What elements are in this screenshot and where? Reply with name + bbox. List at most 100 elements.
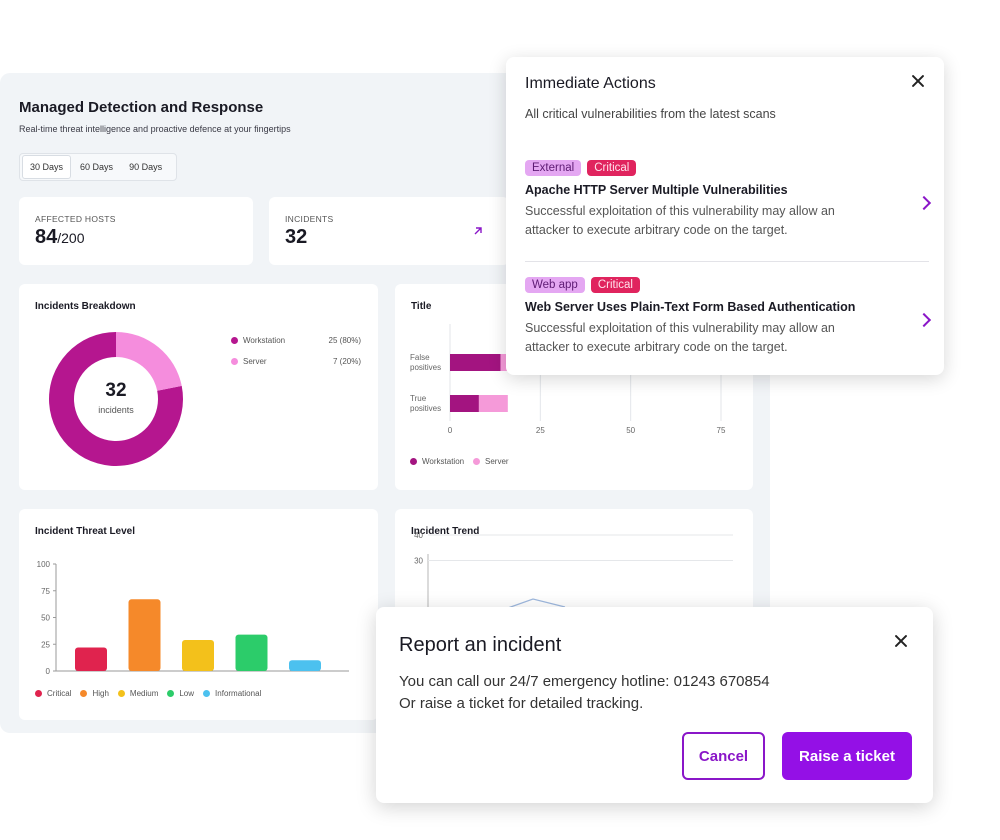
legend-low: Low [167, 689, 194, 698]
legend-critical: Critical [35, 689, 71, 698]
category-label-false-positives-1: False [410, 353, 430, 362]
vulnerability-title: Apache HTTP Server Multiple Vulnerabilit… [525, 183, 788, 197]
vulnerability-description: Successful exploitation of this vulnerab… [525, 321, 835, 354]
server-dot [231, 358, 238, 365]
affected-hosts-value: 84/200 [35, 226, 85, 249]
y-tick-label: 0 [46, 667, 51, 676]
y-tick-label: 25 [41, 640, 50, 649]
donut-center-value: 32 [105, 380, 126, 401]
bar-low [235, 634, 268, 671]
tag-external: External [525, 160, 582, 176]
legend-dot [203, 690, 211, 697]
incidents-value: 32 [285, 226, 308, 248]
immediate-actions-modal: Immediate Actions All critical vulnerabi… [506, 57, 944, 375]
donut-center-label: incidents [98, 405, 134, 415]
hotline-text: You can call our 24/7 emergency hotline:… [399, 673, 770, 690]
threat-level-card: Incident Threat Level 0 25 50 75 100 Critica… [19, 509, 378, 720]
y-tick-label: 40 [414, 531, 423, 540]
bar-workstation [450, 395, 479, 412]
vulnerability-item[interactable]: External Critical Apache HTTP Server Mul… [525, 160, 932, 240]
legend-server-label: Server [243, 357, 267, 366]
bar-workstation [450, 354, 501, 371]
y-tick-label: 100 [37, 560, 51, 569]
immediate-actions-subtitle: All critical vulnerabilities from the la… [525, 107, 776, 121]
divider [525, 261, 929, 262]
incidents-breakdown-card: Incidents Breakdown 32 incidents Worksta… [19, 284, 378, 490]
positives-legend-workstation-label: Workstation [422, 457, 465, 466]
x-tick-label: 0 [448, 426, 453, 435]
chevron-right-icon[interactable] [916, 195, 932, 211]
positives-legend-server: Server [473, 457, 509, 466]
legend-server-value: 7 (20%) [332, 357, 361, 366]
tag-critical: Critical [587, 160, 637, 176]
bar-medium [182, 639, 214, 671]
dashboard-title: Managed Detection and Response [19, 99, 264, 116]
tag-group: Web app Critical [525, 277, 929, 293]
bar-high [128, 599, 161, 671]
x-tick-label: 50 [626, 426, 635, 435]
ticket-text: Or raise a ticket for detailed tracking. [399, 695, 644, 712]
y-tick-label: 50 [41, 614, 50, 623]
tag-web-app: Web app [525, 277, 585, 293]
affected-hosts-card: AFFECTED HOSTS 84/200 [19, 197, 253, 265]
legend-label: High [92, 689, 109, 698]
positives-legend-server-label: Server [485, 457, 509, 466]
legend-medium: Medium [117, 689, 159, 698]
affected-hosts-count: 84 [35, 226, 58, 248]
legend-dot [117, 690, 125, 697]
category-label-true-positives-2: positives [410, 404, 441, 413]
bar-informational [289, 660, 321, 671]
vulnerability-title: Web Server Uses Plain-Text Form Based Au… [525, 300, 856, 314]
x-tick-label: 75 [717, 426, 726, 435]
vulnerability-description: Successful exploitation of this vulnerab… [525, 204, 835, 237]
breakdown-donut: 32 incidents [49, 332, 184, 466]
tag-group: External Critical [525, 160, 929, 176]
legend-high: High [80, 689, 109, 698]
report-incident-modal: Report an incident You can call our 24/7… [376, 607, 933, 803]
affected-hosts-total: /200 [57, 230, 85, 246]
workstation-dot [231, 337, 238, 344]
range-tabs: 30 Days 60 Days 90 Days [19, 153, 177, 181]
legend-dot [167, 690, 175, 697]
legend-dot [80, 690, 88, 697]
tab-60-days[interactable]: 60 Days [73, 156, 120, 178]
legend-informational: Informational [203, 689, 261, 698]
raise-ticket-button[interactable]: Raise a ticket [782, 732, 912, 780]
legend-workstation-value: 25 (80%) [328, 336, 361, 345]
dashboard-subtitle: Real-time threat intelligence and proact… [19, 124, 291, 134]
legend-label: Critical [47, 689, 72, 698]
report-title: Report an incident [399, 634, 562, 656]
category-label-false-positives-2: positives [410, 363, 441, 372]
legend-label: Informational [215, 689, 262, 698]
immediate-actions-title: Immediate Actions [525, 75, 656, 92]
vulnerability-item[interactable]: Web app Critical Web Server Uses Plain-T… [525, 277, 932, 357]
bar-critical [75, 647, 107, 671]
positives-legend-workstation: Workstation [410, 457, 464, 466]
legend-label: Medium [129, 689, 159, 698]
close-icon[interactable] [892, 632, 910, 650]
legend-workstation: Workstation 25 (80%) [231, 336, 361, 345]
tab-30-days[interactable]: 30 Days [22, 155, 72, 179]
x-tick-label: 25 [536, 426, 545, 435]
cancel-button[interactable]: Cancel [682, 732, 765, 780]
y-tick-label: 30 [414, 557, 423, 566]
legend-dot [35, 690, 42, 697]
incidents-card[interactable]: INCIDENTS 32 [269, 197, 509, 265]
y-tick-label: 75 [41, 587, 50, 596]
breakdown-title: Incidents Breakdown [35, 301, 136, 312]
affected-hosts-label: AFFECTED HOSTS [35, 214, 116, 224]
workstation-dot [410, 458, 417, 465]
stage: Managed Detection and Response Real-time… [0, 0, 1000, 840]
chevron-right-icon[interactable] [916, 312, 932, 328]
legend-workstation-label: Workstation [243, 336, 286, 345]
arrow-up-right-icon[interactable] [472, 225, 484, 237]
legend-label: Low [179, 689, 195, 698]
bar-server [478, 395, 508, 412]
legend-server: Server 7 (20%) [231, 357, 361, 366]
close-icon[interactable] [909, 72, 927, 90]
incidents-label: INCIDENTS [285, 214, 334, 224]
tab-90-days[interactable]: 90 Days [122, 156, 169, 178]
threat-level-legend: Critical High Medium Low Informational [35, 689, 261, 698]
tag-critical: Critical [590, 277, 640, 293]
category-label-true-positives-1: True [410, 394, 427, 403]
